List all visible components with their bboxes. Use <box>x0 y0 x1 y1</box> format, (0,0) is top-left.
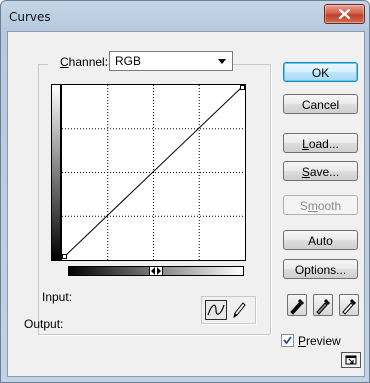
cancel-button[interactable]: Cancel <box>283 94 358 114</box>
preview-label[interactable]: Preview <box>298 334 341 348</box>
curve-grid-svg <box>62 85 245 260</box>
dialog-body: Channel: RGB Input: Output: OK Cancel Lo… <box>7 31 365 377</box>
preview-checkbox[interactable] <box>281 334 294 347</box>
window-title: Curves <box>9 10 51 24</box>
white-eyedropper-button[interactable] <box>339 294 359 316</box>
pencil-tool-button[interactable] <box>230 300 248 320</box>
gray-eyedropper-icon <box>316 298 331 315</box>
output-gradient-bar <box>51 84 61 261</box>
pencil-tool-icon <box>233 302 246 319</box>
options-button[interactable]: Options... <box>283 259 358 279</box>
curve-point-black <box>62 254 67 259</box>
channel-select-value: RGB <box>115 54 142 68</box>
channel-label: Channel: <box>60 55 109 69</box>
input-label: Input: <box>42 290 73 304</box>
auto-button[interactable]: Auto <box>283 230 358 250</box>
close-icon <box>339 9 350 19</box>
smooth-button[interactable]: Smooth <box>283 195 358 215</box>
expand-button[interactable] <box>341 352 361 368</box>
checkmark-icon <box>283 336 292 345</box>
grid-lines <box>62 85 245 260</box>
expand-icon <box>345 355 357 365</box>
curve-tool-icon <box>207 304 225 316</box>
save-button[interactable]: Save... <box>283 161 358 181</box>
curves-dialog: Curves Channel: RGB Input: Output: OK Ca… <box>0 0 370 383</box>
channel-select[interactable]: RGB <box>109 51 233 71</box>
white-eyedropper-icon <box>342 298 357 315</box>
dropdown-arrow-icon <box>218 59 226 64</box>
gradient-toggle-button[interactable] <box>149 266 163 276</box>
title-bar[interactable]: Curves <box>1 1 369 33</box>
output-label: Output: <box>24 317 64 331</box>
curve-tool-button[interactable] <box>205 300 227 320</box>
ok-button[interactable]: OK <box>283 62 358 82</box>
curve-point-white <box>240 85 245 90</box>
gradient-toggle-icon <box>151 267 161 275</box>
black-eyedropper-button[interactable] <box>287 294 307 316</box>
black-eyedropper-icon <box>290 298 305 315</box>
close-button[interactable] <box>324 4 365 24</box>
gray-eyedropper-button[interactable] <box>313 294 333 316</box>
load-button[interactable]: Load... <box>283 133 358 153</box>
curve-graph[interactable] <box>61 84 246 261</box>
